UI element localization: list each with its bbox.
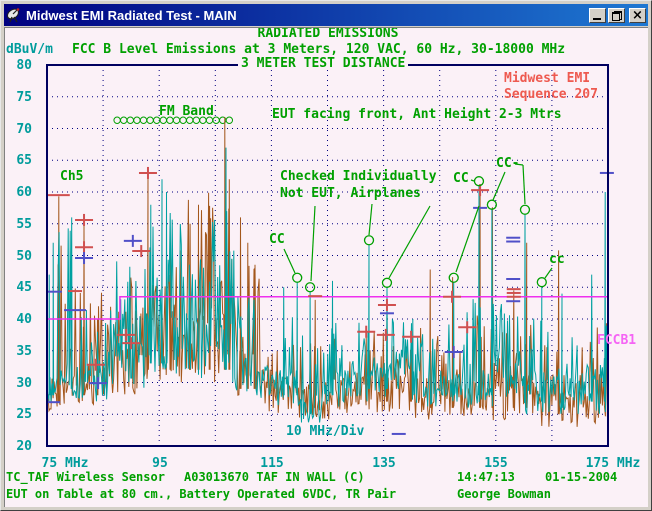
restore-icon: [612, 11, 622, 21]
cc-label-4: cc: [549, 253, 565, 266]
app-window: Midwest EMI Radiated Test - MAIN × RADIA…: [0, 0, 652, 511]
y-axis-label: 20: [4, 440, 32, 453]
test-distance-label: 3 METER TEST DISTANCE: [238, 57, 408, 70]
y-axis-label: 25: [4, 408, 32, 421]
cc-label-1: CC: [269, 233, 285, 246]
close-button[interactable]: ×: [629, 8, 646, 23]
client-area: RADIATED EMISSIONS dBuV/m FCC B Level Em…: [4, 27, 648, 507]
x-axis-label: 115: [260, 457, 283, 470]
x-axis-label: 75 MHz: [42, 457, 89, 470]
checked-individually-note: Checked Individually: [280, 170, 437, 183]
status-time: 14:47:13: [457, 471, 515, 484]
y-axis-label: 55: [4, 218, 32, 231]
minimize-icon: [593, 18, 601, 20]
status-sample-id: A03013670 TAF IN WALL (C): [184, 471, 365, 484]
window-title: Midwest EMI Radiated Test - MAIN: [26, 8, 585, 23]
y-axis-label: 30: [4, 377, 32, 390]
y-unit-label: dBuV/m: [6, 43, 53, 56]
highlight-circle: [487, 200, 496, 209]
highlight-circle: [365, 236, 374, 245]
y-axis-label: 75: [4, 91, 32, 104]
x-axis-label: 95: [152, 457, 168, 470]
y-axis-label: 65: [4, 154, 32, 167]
restore-button[interactable]: [608, 8, 625, 23]
cc-label-2: CC: [453, 172, 469, 185]
highlight-circle: [306, 283, 315, 292]
x-axis-label: 155: [484, 457, 507, 470]
eut-position-note: EUT facing front, Ant Height 2-3 Mtrs: [272, 108, 562, 121]
highlight-circle: [293, 273, 302, 282]
x-axis-label: 175 MHz: [586, 457, 641, 470]
y-axis-label: 45: [4, 281, 32, 294]
ch5-label: Ch5: [60, 170, 83, 183]
y-axis-label: 40: [4, 313, 32, 326]
highlight-circle: [537, 278, 546, 287]
x-axis-label: 135: [372, 457, 395, 470]
cc-label-3: CC-: [496, 157, 519, 170]
fm-band-label: FM Band: [159, 105, 214, 118]
mhz-per-div-label: 10 MHz/Div: [286, 425, 364, 438]
y-axis-label: 35: [4, 345, 32, 358]
y-axis-label: 80: [4, 59, 32, 72]
not-eut-airplanes-note: Not EUT, Airplanes: [280, 187, 421, 200]
status-operator: George Bowman: [457, 488, 551, 501]
chart-subtitle: FCC B Level Emissions at 3 Meters, 120 V…: [72, 43, 565, 56]
company-label: Midwest EMI: [504, 72, 590, 85]
highlight-circle: [382, 278, 391, 287]
y-axis-label: 70: [4, 123, 32, 136]
fcc-b1-limit-label: FCCB1: [597, 334, 636, 347]
close-icon: ×: [632, 9, 643, 22]
chart-title: RADIATED EMISSIONS: [4, 27, 648, 40]
title-bar[interactable]: Midwest EMI Radiated Test - MAIN ×: [4, 4, 648, 26]
highlight-circle: [520, 205, 529, 214]
sequence-label: Sequence 207: [504, 88, 598, 101]
status-date: 01-15-2004: [545, 471, 617, 484]
y-axis-label: 60: [4, 186, 32, 199]
y-axis-label: 50: [4, 250, 32, 263]
highlight-circle: [474, 177, 483, 186]
highlight-circle: [449, 273, 458, 282]
status-device: TC_TAF Wireless Sensor: [6, 471, 165, 484]
minimize-button[interactable]: [589, 8, 606, 23]
status-setup: EUT on Table at 80 cm., Battery Operated…: [6, 488, 396, 501]
app-icon: [6, 7, 22, 23]
